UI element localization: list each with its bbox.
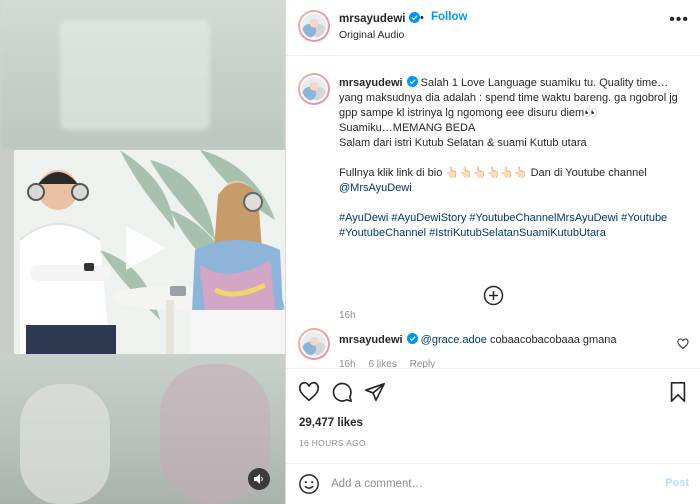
comment-username[interactable]: mrsayudewi bbox=[339, 334, 403, 346]
username-link[interactable]: mrsayudewi bbox=[339, 12, 421, 25]
comment-body: cobaacobacobaaa gmana bbox=[489, 334, 617, 346]
likes-count[interactable]: 29,477 likes bbox=[299, 417, 363, 429]
username-text[interactable]: mrsayudewi bbox=[339, 13, 405, 25]
comment-icon[interactable] bbox=[331, 381, 353, 403]
avatar[interactable] bbox=[298, 10, 330, 42]
follow-button[interactable]: Follow bbox=[431, 11, 467, 23]
comment-input[interactable] bbox=[331, 473, 631, 495]
audio-link[interactable]: Original Audio bbox=[339, 29, 404, 41]
post-button[interactable]: Post bbox=[665, 477, 689, 489]
paper-plane-icon[interactable] bbox=[364, 381, 386, 403]
post-media[interactable] bbox=[0, 0, 285, 504]
heart-icon[interactable] bbox=[677, 338, 689, 350]
comment-mention[interactable]: @grace.adoe bbox=[421, 334, 487, 346]
caption-username[interactable]: mrsayudewi bbox=[339, 77, 403, 89]
avatar[interactable] bbox=[298, 73, 330, 105]
channel-mention-link[interactable]: @MrsAyuDewi bbox=[339, 182, 412, 194]
verified-badge-icon bbox=[406, 76, 418, 87]
bookmark-icon[interactable] bbox=[667, 381, 689, 403]
media-blur-top bbox=[0, 0, 285, 150]
comment-meta: 16h 6 likes Reply bbox=[339, 359, 445, 368]
speaker-icon[interactable] bbox=[248, 468, 270, 490]
heart-icon[interactable] bbox=[298, 381, 320, 403]
media-blur-bottom bbox=[0, 354, 285, 504]
comment-likes[interactable]: 6 likes bbox=[368, 359, 396, 368]
caption-line-4: Fullnya klik link di bio 👆🏻👆🏻👆🏻👆🏻👆🏻👆🏻 Da… bbox=[339, 167, 647, 179]
play-icon[interactable] bbox=[118, 222, 170, 274]
caption-line-2: Suamiku…MEMANG BEDA bbox=[339, 122, 476, 134]
comment-form: Post bbox=[286, 463, 700, 504]
caption-line-3: Salam dari istri Kutub Selatan & suami K… bbox=[339, 137, 587, 149]
comment-item: mrsayudewi @grace.adoe cobaacobacobaaa g… bbox=[286, 320, 700, 368]
verified-badge-icon bbox=[406, 333, 418, 344]
post-date[interactable]: 16 HOURS AGO bbox=[299, 438, 366, 448]
comment-text: mrsayudewi @grace.adoe cobaacobacobaaa g… bbox=[339, 333, 617, 346]
caption-text: mrsayudewi Salah 1 Love Language suamiku… bbox=[339, 76, 691, 241]
plus-circle-icon[interactable] bbox=[483, 285, 504, 306]
comment-reply-button[interactable]: Reply bbox=[410, 359, 436, 368]
post-header: mrsayudewi • Follow Original Audio ••• bbox=[286, 0, 700, 56]
smiley-icon[interactable] bbox=[298, 473, 320, 495]
post-actions: 29,477 likes 16 HOURS AGO bbox=[286, 368, 700, 468]
verified-badge-icon bbox=[409, 12, 421, 23]
separator-dot: • bbox=[420, 12, 424, 24]
post-panel: mrsayudewi • Follow Original Audio ••• m… bbox=[285, 0, 700, 504]
avatar[interactable] bbox=[298, 328, 330, 360]
more-options-icon[interactable]: ••• bbox=[669, 12, 689, 28]
hashtags[interactable]: #AyuDewi #AyuDewiStory #YoutubeChannelMr… bbox=[339, 212, 667, 239]
comment-time[interactable]: 16h bbox=[339, 359, 356, 368]
